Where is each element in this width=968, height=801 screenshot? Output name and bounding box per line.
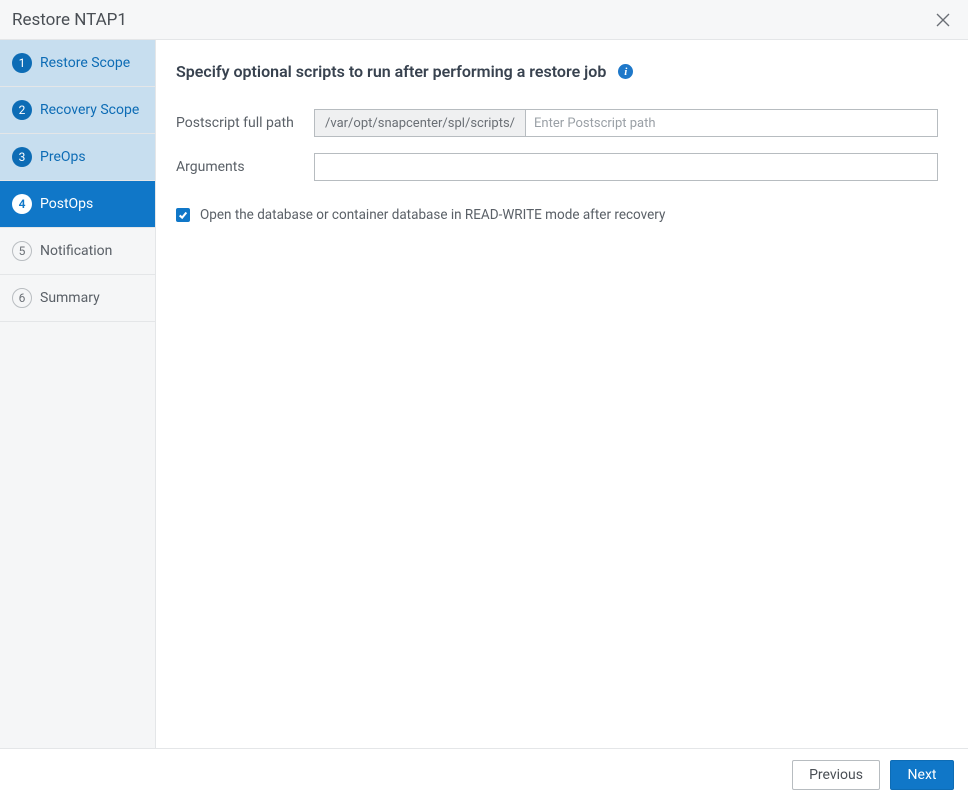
arguments-input[interactable] (314, 153, 938, 181)
step-summary[interactable]: 6 Summary (0, 275, 155, 322)
readwrite-checkbox-label: Open the database or container database … (200, 207, 665, 223)
step-restore-scope[interactable]: 1 Restore Scope (0, 40, 155, 87)
page-heading: Specify optional scripts to run after pe… (176, 62, 606, 81)
close-button[interactable] (932, 9, 954, 31)
wizard-sidebar: 1 Restore Scope 2 Recovery Scope 3 PreOp… (0, 40, 156, 748)
postscript-path-input[interactable] (525, 109, 938, 137)
previous-button[interactable]: Previous (792, 760, 880, 790)
close-icon (936, 13, 950, 27)
arguments-row: Arguments (176, 153, 938, 181)
readwrite-checkbox[interactable] (176, 208, 190, 222)
step-number: 1 (12, 53, 32, 73)
step-preops[interactable]: 3 PreOps (0, 134, 155, 181)
step-number: 4 (12, 194, 32, 214)
step-postops[interactable]: 4 PostOps (0, 181, 155, 228)
step-label: Restore Scope (40, 55, 130, 71)
step-label: PostOps (40, 196, 93, 212)
postscript-prefix: /var/opt/snapcenter/spl/scripts/ (314, 109, 525, 137)
step-label: Notification (40, 243, 112, 259)
step-number: 5 (12, 241, 32, 261)
dialog-footer: Previous Next (0, 748, 968, 801)
step-label: Summary (40, 290, 100, 306)
postscript-label: Postscript full path (176, 115, 314, 131)
step-number: 3 (12, 147, 32, 167)
arguments-label: Arguments (176, 159, 314, 175)
step-notification[interactable]: 5 Notification (0, 228, 155, 275)
info-icon[interactable]: i (618, 64, 633, 79)
dialog-header: Restore NTAP1 (0, 0, 968, 40)
next-button[interactable]: Next (890, 760, 954, 790)
step-label: Recovery Scope (40, 102, 139, 118)
dialog-title: Restore NTAP1 (12, 10, 127, 30)
step-label: PreOps (40, 149, 86, 165)
checkmark-icon (178, 210, 188, 220)
step-number: 6 (12, 288, 32, 308)
readwrite-checkbox-row: Open the database or container database … (176, 207, 938, 223)
main-content: Specify optional scripts to run after pe… (156, 40, 968, 748)
step-number: 2 (12, 100, 32, 120)
step-recovery-scope[interactable]: 2 Recovery Scope (0, 87, 155, 134)
postscript-row: Postscript full path /var/opt/snapcenter… (176, 109, 938, 137)
